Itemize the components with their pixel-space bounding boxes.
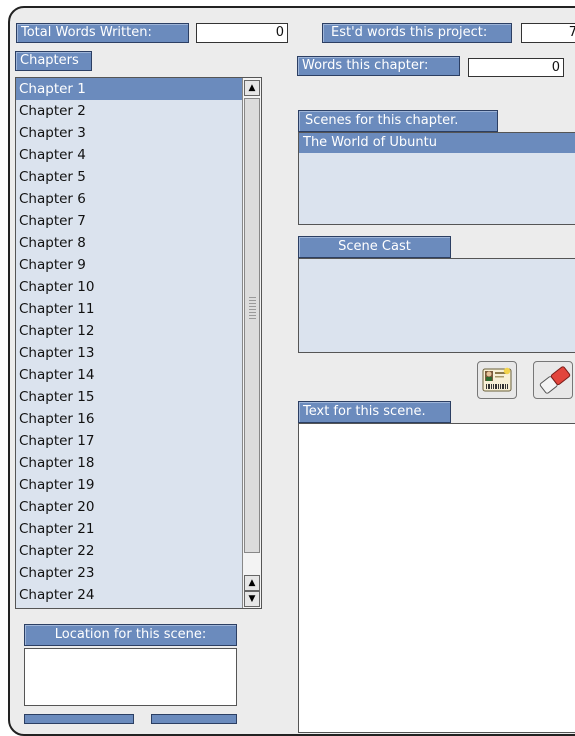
chapter-list-item[interactable]: Chapter 4 (16, 144, 242, 166)
chapter-list-item[interactable]: Chapter 22 (16, 540, 242, 562)
chapter-list-item[interactable]: Chapter 3 (16, 122, 242, 144)
add-character-button[interactable] (477, 361, 517, 399)
chapter-list-item[interactable]: Chapter 18 (16, 452, 242, 474)
chapter-list-item[interactable]: Chapter 6 (16, 188, 242, 210)
chapter-list-item[interactable]: Chapter 19 (16, 474, 242, 496)
chapter-list-item[interactable]: Chapter 14 (16, 364, 242, 386)
total-words-field[interactable]: 0 (196, 23, 288, 43)
scene-items: The World of Ubuntu (299, 133, 575, 153)
location-label: Location for this scene: (24, 624, 237, 646)
chapter-words-label: Words this chapter: (297, 56, 460, 76)
chapter-list-item[interactable]: Chapter 2 (16, 100, 242, 122)
chapter-words-field[interactable]: 0 (468, 58, 564, 77)
chapter-list-item[interactable]: Chapter 12 (16, 320, 242, 342)
scene-text-area[interactable] (298, 423, 575, 733)
chapters-list[interactable]: Chapter 1 Chapter 2 Chapter 3 Chapter 4 Chap… (15, 77, 262, 609)
scene-text-label: Text for this scene. (298, 401, 451, 423)
scenes-label: Scenes for this chapter. (298, 110, 498, 132)
scroll-page-up-button[interactable]: ▲ (244, 575, 260, 591)
scroll-thumb[interactable] (244, 98, 260, 553)
scene-list-item[interactable]: The World of Ubuntu (299, 133, 575, 153)
est-words-field[interactable]: 7 (521, 23, 575, 43)
bottom-button-right[interactable] (151, 714, 237, 724)
chapter-list-item[interactable]: Chapter 1 (16, 78, 242, 100)
scroll-down-button[interactable]: ▼ (244, 591, 260, 607)
grip-icon (249, 297, 256, 319)
chapter-list-item[interactable]: Chapter 5 (16, 166, 242, 188)
chapter-list-item[interactable]: Chapter 11 (16, 298, 242, 320)
erase-button[interactable] (533, 361, 573, 399)
chapters-label: Chapters (15, 51, 92, 71)
chapter-list-item[interactable]: Chapter 10 (16, 276, 242, 298)
chapter-list-item[interactable]: Chapter 9 (16, 254, 242, 276)
chapter-list-item[interactable]: Chapter 16 (16, 408, 242, 430)
chapter-list-item[interactable]: Chapter 21 (16, 518, 242, 540)
chapter-list-item[interactable]: Chapter 13 (16, 342, 242, 364)
est-words-label: Est'd words this project: (322, 23, 512, 43)
chapter-list-item[interactable]: Chapter 8 (16, 232, 242, 254)
total-words-label: Total Words Written: (16, 23, 189, 43)
chapter-list-item[interactable]: Chapter 20 (16, 496, 242, 518)
chapter-list-item[interactable]: Chapter 7 (16, 210, 242, 232)
scene-cast-label: Scene Cast (298, 236, 451, 258)
chapter-items: Chapter 1 Chapter 2 Chapter 3 Chapter 4 Chap… (16, 78, 242, 606)
chapters-scrollbar[interactable]: ▲ ▲ ▼ (242, 78, 261, 608)
eraser-icon (539, 366, 571, 394)
chapter-list-item[interactable]: Chapter 24 (16, 584, 242, 606)
scenes-list[interactable]: The World of Ubuntu (298, 132, 575, 225)
chapter-list-item[interactable]: Chapter 15 (16, 386, 242, 408)
scroll-up-button[interactable]: ▲ (244, 80, 260, 96)
scene-cast-list[interactable] (298, 258, 575, 353)
chapter-list-item[interactable]: Chapter 17 (16, 430, 242, 452)
contact-card-icon (482, 367, 512, 392)
bottom-button-left[interactable] (24, 714, 134, 724)
location-field[interactable] (24, 648, 237, 706)
chapter-list-item[interactable]: Chapter 23 (16, 562, 242, 584)
